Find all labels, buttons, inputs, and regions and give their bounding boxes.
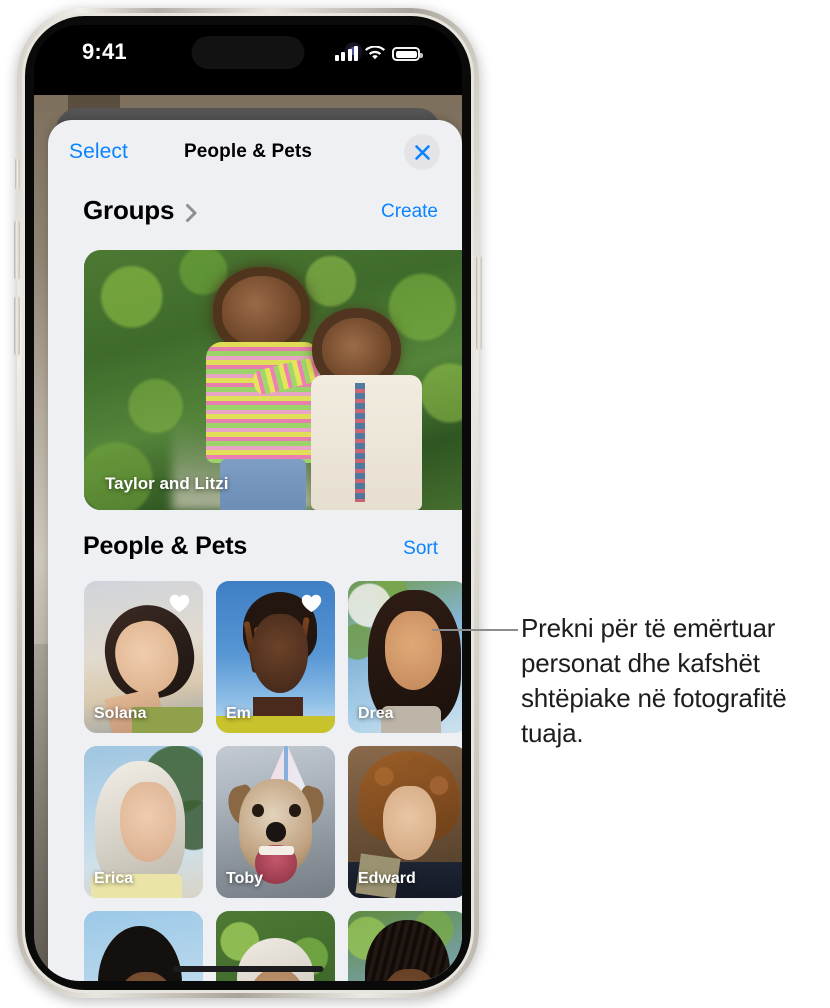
- power-button[interactable]: [476, 256, 482, 350]
- person-tile-partial-3[interactable]: [348, 911, 462, 981]
- chevron-right-icon[interactable]: [185, 203, 198, 228]
- people-pets-grid: Solana Em Drea Erica Toby Edward: [84, 581, 462, 981]
- photo-subject-litzi: [250, 317, 423, 510]
- action-button[interactable]: [15, 158, 20, 190]
- volume-up-button[interactable]: [14, 220, 20, 280]
- status-bar-indicators: [334, 41, 423, 61]
- heart-filled-icon[interactable]: [301, 594, 322, 618]
- pet-name: Toby: [226, 870, 264, 887]
- close-button[interactable]: [404, 134, 440, 170]
- group-hero-card[interactable]: Taylor and Litzi: [84, 250, 462, 510]
- person-photo: [348, 911, 462, 981]
- person-tile-erica[interactable]: Erica: [84, 746, 203, 898]
- status-bar-time: 9:41: [82, 39, 127, 64]
- groups-title[interactable]: Groups: [83, 195, 174, 226]
- status-bar: 9:41: [34, 25, 462, 87]
- home-indicator[interactable]: [172, 966, 324, 972]
- wifi-icon: [365, 45, 385, 61]
- group-name-label: Taylor and Litzi: [105, 474, 229, 493]
- people-pets-title: People & Pets: [83, 532, 248, 560]
- create-group-button[interactable]: Create: [381, 201, 438, 223]
- pet-tile-toby[interactable]: Toby: [216, 746, 335, 898]
- people-pets-section-header: People & Pets Sort: [48, 532, 462, 572]
- close-x-icon: [414, 144, 431, 161]
- volume-down-button[interactable]: [14, 296, 20, 356]
- sheet-navigation-bar: Select People & Pets: [48, 120, 462, 188]
- page-title: People & Pets: [183, 141, 312, 162]
- person-name: Erica: [94, 870, 134, 887]
- callout-text: Prekni për të emërtuar personat dhe kafs…: [521, 613, 787, 748]
- person-tile-edward[interactable]: Edward: [348, 746, 462, 898]
- person-tile-em[interactable]: Em: [216, 581, 335, 733]
- person-name: Solana: [94, 705, 147, 722]
- heart-filled-icon[interactable]: [169, 594, 190, 618]
- phone-screen: 9:41 Select People & Pets Groups Create …: [34, 25, 462, 981]
- person-name: Em: [226, 705, 251, 722]
- people-pets-sheet: Select People & Pets Groups Create Taylo…: [48, 120, 462, 981]
- battery-icon: [392, 47, 423, 61]
- callout-leader-line: [432, 629, 518, 631]
- person-tile-drea[interactable]: Drea: [348, 581, 462, 733]
- cellular-signal-icon: [334, 45, 358, 61]
- iphone-device: 9:41 Select People & Pets Groups Create …: [14, 8, 482, 998]
- groups-section-header: Groups Create: [48, 190, 462, 238]
- person-name: Drea: [358, 705, 394, 722]
- person-name: Edward: [358, 870, 416, 887]
- sort-button[interactable]: Sort: [403, 538, 438, 560]
- dynamic-island: [191, 36, 305, 69]
- person-tile-solana[interactable]: Solana: [84, 581, 203, 733]
